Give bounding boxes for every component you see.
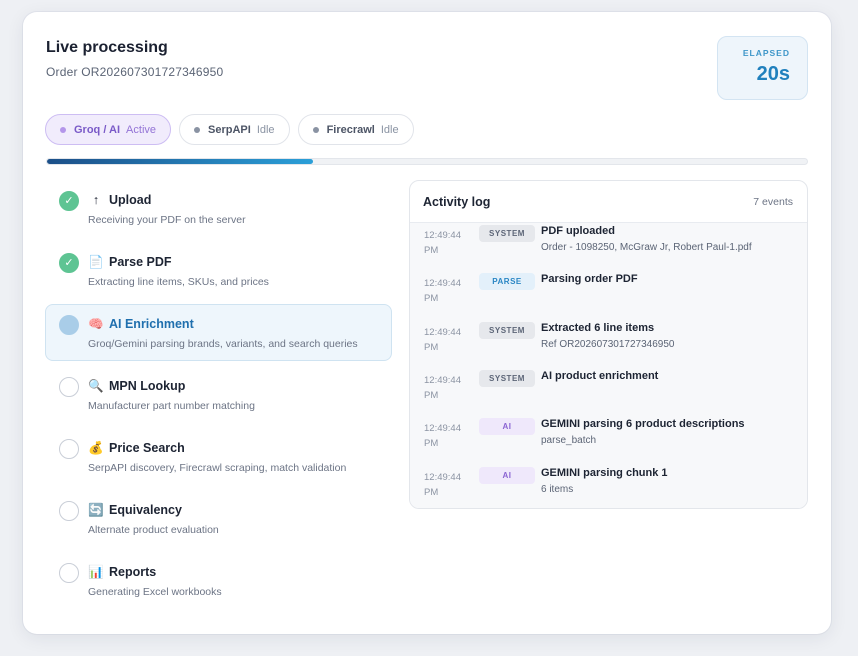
- service-name: Groq / AI: [74, 123, 121, 136]
- status-circle-icon: [59, 563, 79, 583]
- step-label: Parse PDF: [109, 255, 172, 269]
- step-ai-enrichment: 🧠 AI Enrichment Groq/Gemini parsing brands…: [45, 304, 392, 361]
- service-status-pills: Groq / AI Active SerpAPI Idle Firecrawl Idle: [45, 114, 414, 145]
- log-timestamp: 12:49:44 PM: [424, 230, 461, 256]
- step-parse-pdf: ✓ 📄 Parse PDF Extracting line items, SKUs, …: [45, 242, 392, 304]
- service-pill-serpapi[interactable]: SerpAPI Idle: [179, 114, 290, 145]
- bar-chart-icon: 📊: [88, 565, 104, 579]
- step-description: Manufacturer part number matching: [88, 400, 255, 412]
- pipeline-steps: ✓ ↑ Upload Receiving your PDF on the server…: [45, 180, 392, 614]
- log-title: Extracted 6 line items: [541, 321, 655, 334]
- log-timestamp: 12:49:44 PM: [424, 471, 461, 498]
- service-name: Firecrawl: [326, 123, 375, 136]
- log-entry: 12:49:44 PM AI GEMINI parsing chunk 1 6 ite…: [410, 466, 807, 509]
- log-tag-badge: SYSTEM: [479, 369, 535, 387]
- step-name: 📄 Parse PDF: [88, 255, 172, 270]
- step-price-search: 💰 Price Search SerpAPI discovery, Firecraw…: [45, 428, 392, 490]
- log-entry: 12:49:44 PM SYSTEM AI product enrichment: [410, 369, 807, 418]
- log-title: GEMINI parsing chunk 1: [541, 466, 668, 479]
- brain-icon: 🧠: [88, 317, 104, 331]
- log-timestamp: 12:49:44 PM: [424, 278, 461, 305]
- step-upload: ✓ ↑ Upload Receiving your PDF on the server: [45, 180, 392, 242]
- event-count: 7 events: [753, 195, 793, 208]
- service-name: SerpAPI: [208, 123, 251, 136]
- log-timestamp: 12:49:44 PM: [424, 423, 461, 450]
- log-title: GEMINI parsing 6 product descriptions: [541, 418, 745, 431]
- step-label: MPN Lookup: [109, 379, 186, 393]
- step-description: SerpAPI discovery, Firecrawl scraping, m…: [88, 462, 347, 474]
- step-label: Price Search: [109, 441, 185, 455]
- status-circle-icon: [59, 501, 79, 521]
- activity-log-body[interactable]: 12:49:44 PM SYSTEM PDF uploaded Order - 109…: [410, 223, 807, 509]
- log-detail: Ref OR202607301727346950: [541, 338, 675, 350]
- service-state: Active: [126, 123, 157, 136]
- log-title: AI product enrichment: [541, 369, 659, 382]
- log-detail: 6 items: [541, 483, 574, 495]
- step-description: Generating Excel workbooks: [88, 586, 222, 598]
- activity-log: Activity log 7 events 12:49:44 PM SYSTEM P…: [409, 180, 808, 509]
- log-entry: 12:49:44 PM SYSTEM Extracted 6 line items R…: [410, 321, 807, 370]
- status-circle-icon: [59, 315, 79, 335]
- log-timestamp: 12:49:44 PM: [424, 326, 461, 353]
- money-bag-icon: 💰: [88, 441, 104, 455]
- status-dot-icon: [194, 126, 201, 133]
- step-label: AI Enrichment: [109, 317, 194, 331]
- log-detail: Order - 1098250, McGraw Jr, Robert Paul-…: [541, 242, 752, 253]
- log-tag-badge: PARSE: [479, 273, 535, 291]
- log-detail: parse_batch: [541, 435, 597, 447]
- log-title: Parsing order PDF: [541, 273, 638, 286]
- document-icon: 📄: [88, 255, 104, 269]
- status-circle-icon: [59, 439, 79, 459]
- log-entry: 12:49:44 PM PARSE Parsing order PDF: [410, 273, 807, 321]
- elapsed-label: ELAPSED: [742, 48, 790, 58]
- step-name: 💰 Price Search: [88, 441, 185, 456]
- step-name: 📊 Reports: [88, 565, 156, 580]
- progress-fill: [47, 159, 313, 164]
- step-reports: 📊 Reports Generating Excel workbooks: [45, 552, 392, 614]
- log-tag-badge: AI: [479, 418, 535, 436]
- log-entry: 12:49:44 PM AI GEMINI parsing 6 product de…: [410, 418, 807, 466]
- service-state: Idle: [380, 123, 399, 136]
- step-description: Groq/Gemini parsing brands, variants, an…: [88, 338, 358, 350]
- order-id: Order OR202607301727346950: [46, 65, 224, 79]
- log-timestamp: 12:49:44 PM: [424, 374, 461, 401]
- log-title: PDF uploaded: [541, 225, 615, 237]
- check-circle-icon: ✓: [59, 253, 79, 273]
- magnifier-icon: 🔍: [88, 379, 104, 393]
- log-tag-badge: SYSTEM: [479, 321, 535, 339]
- step-equivalency: 🔄 Equivalency Alternate product evaluation: [45, 490, 392, 552]
- step-description: Alternate product evaluation: [88, 524, 219, 536]
- status-dot-icon: [312, 126, 319, 133]
- progress-bar: [46, 158, 808, 165]
- log-tag-badge: AI: [479, 466, 535, 484]
- service-state: Idle: [256, 123, 275, 136]
- elapsed-value: 20s: [756, 63, 790, 85]
- step-description: Receiving your PDF on the server: [88, 214, 246, 226]
- refresh-icon: 🔄: [88, 503, 104, 517]
- check-circle-icon: ✓: [59, 191, 79, 211]
- status-circle-icon: [59, 377, 79, 397]
- step-name: 🔍 MPN Lookup: [88, 379, 185, 394]
- service-pill-firecrawl[interactable]: Firecrawl Idle: [297, 114, 414, 145]
- step-name: 🧠 AI Enrichment: [88, 317, 194, 332]
- activity-log-header: Activity log 7 events: [410, 181, 807, 223]
- service-pill-groq-ai[interactable]: Groq / AI Active: [45, 114, 172, 145]
- step-label: Equivalency: [109, 503, 182, 517]
- step-label: Upload: [109, 193, 152, 207]
- log-entry: 12:49:44 PM SYSTEM PDF uploaded Order - 109…: [410, 225, 807, 273]
- step-description: Extracting line items, SKUs, and prices: [88, 276, 269, 288]
- page-title: Live processing: [46, 39, 168, 56]
- step-mpn-lookup: 🔍 MPN Lookup Manufacturer part number matc…: [45, 366, 392, 428]
- elapsed-panel: ELAPSED 20s: [717, 36, 808, 100]
- processing-card: Live processing Order OR2026073017273469…: [23, 12, 831, 634]
- activity-log-title: Activity log: [423, 194, 491, 209]
- step-name: ↑ Upload: [88, 193, 151, 207]
- step-label: Reports: [109, 565, 157, 579]
- upload-arrow-icon: ↑: [92, 193, 100, 207]
- step-name: 🔄 Equivalency: [88, 503, 182, 518]
- status-dot-icon: [60, 126, 66, 133]
- log-tag-badge: SYSTEM: [479, 225, 535, 242]
